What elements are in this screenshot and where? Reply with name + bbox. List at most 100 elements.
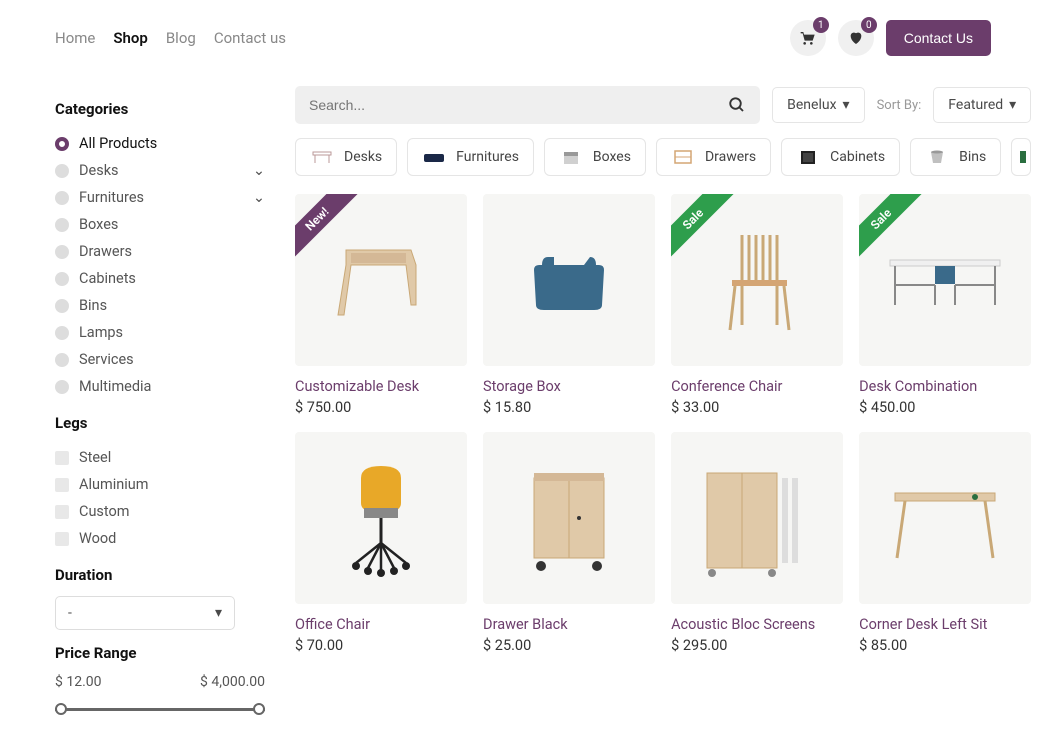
contact-us-button[interactable]: Contact Us: [886, 20, 991, 56]
product-title: Office Chair: [295, 616, 467, 633]
search-icon: [728, 96, 746, 114]
category-item[interactable]: All Products: [55, 130, 265, 157]
slider-thumb-min[interactable]: [55, 703, 67, 715]
category-item[interactable]: Lamps: [55, 319, 265, 346]
chip-label: Drawers: [705, 149, 756, 165]
product-title: Customizable Desk: [295, 378, 467, 395]
search-box[interactable]: [295, 86, 760, 124]
product-price: $ 295.00: [671, 637, 843, 654]
product-card[interactable]: Sale Desk Combination $ 450.00: [859, 194, 1031, 416]
leg-label: Aluminium: [79, 476, 148, 493]
leg-filter-item[interactable]: Wood: [55, 525, 265, 552]
main-layout: Categories All Products Desks ⌄ Furnitur…: [55, 86, 991, 720]
product-card[interactable]: Corner Desk Left Sit $ 85.00: [859, 432, 1031, 654]
price-max: $ 4,000.00: [200, 674, 265, 690]
main-nav: Home Shop Blog Contact us: [55, 29, 286, 47]
category-item[interactable]: Cabinets: [55, 265, 265, 292]
product-card[interactable]: Storage Box $ 15.80: [483, 194, 655, 416]
category-label: Desks: [79, 162, 119, 179]
product-price: $ 750.00: [295, 399, 467, 416]
price-labels: $ 12.00 $ 4,000.00: [55, 674, 265, 690]
leg-filter-item[interactable]: Steel: [55, 444, 265, 471]
header: Home Shop Blog Contact us 1 0 Contact Us: [55, 20, 991, 56]
product-title: Corner Desk Left Sit: [859, 616, 1031, 633]
product-card[interactable]: Office Chair $ 70.00: [295, 432, 467, 654]
legs-heading: Legs: [55, 414, 265, 432]
chevron-down-icon: ⌄: [253, 162, 265, 179]
product-title: Storage Box: [483, 378, 655, 395]
cart-button[interactable]: 1: [790, 20, 826, 56]
product-price: $ 70.00: [295, 637, 467, 654]
chip-boxes[interactable]: Boxes: [544, 138, 646, 176]
leg-filter-item[interactable]: Custom: [55, 498, 265, 525]
category-label: Cabinets: [79, 270, 136, 287]
product-price: $ 450.00: [859, 399, 1031, 416]
legs-list: Steel Aluminium Custom Wood: [55, 444, 265, 552]
product-image: [295, 432, 467, 604]
chip-furnitures[interactable]: Furnitures: [407, 138, 534, 176]
radio-icon: [55, 299, 69, 313]
heart-icon: [848, 30, 864, 46]
chip-label: Bins: [959, 149, 986, 165]
product-grid: New! Customizable Desk $ 750.00 Storage …: [295, 194, 1031, 654]
chevron-down-icon: ⌄: [253, 189, 265, 206]
chip-cabinets[interactable]: Cabinets: [781, 138, 900, 176]
chip-bins[interactable]: Bins: [910, 138, 1001, 176]
product-title: Drawer Black: [483, 616, 655, 633]
search-input[interactable]: [309, 97, 728, 113]
product-image: [483, 432, 655, 604]
nav-home[interactable]: Home: [55, 29, 95, 47]
leg-label: Wood: [79, 530, 116, 547]
category-label: Bins: [79, 297, 107, 314]
duration-select[interactable]: - ▾: [55, 596, 235, 630]
category-item[interactable]: Services: [55, 346, 265, 373]
category-item[interactable]: Furnitures ⌄: [55, 184, 265, 211]
radio-icon: [55, 137, 69, 151]
duration-heading: Duration: [55, 566, 265, 584]
content: Benelux ▾ Sort By: Featured ▾ DesksFurni…: [295, 86, 1031, 720]
slider-thumb-max[interactable]: [253, 703, 265, 715]
category-label: Lamps: [79, 324, 123, 341]
product-card[interactable]: New! Customizable Desk $ 750.00: [295, 194, 467, 416]
nav-shop[interactable]: Shop: [113, 29, 147, 47]
checkbox-icon: [55, 451, 69, 465]
leg-filter-item[interactable]: Aluminium: [55, 471, 265, 498]
chip-drawers[interactable]: Drawers: [656, 138, 771, 176]
category-item[interactable]: Desks ⌄: [55, 157, 265, 184]
product-card[interactable]: Acoustic Bloc Screens $ 295.00: [671, 432, 843, 654]
category-item[interactable]: Boxes: [55, 211, 265, 238]
region-dropdown[interactable]: Benelux ▾: [772, 87, 864, 123]
chip-icon: [796, 147, 820, 167]
price-slider[interactable]: [55, 700, 265, 720]
category-label: Multimedia: [79, 378, 151, 395]
category-chips: Desks Furnitures Boxes Drawers Cabinets Bins: [295, 138, 1031, 176]
chip-icon: [310, 147, 334, 167]
product-price: $ 33.00: [671, 399, 843, 416]
wishlist-button[interactable]: 0: [838, 20, 874, 56]
nav-contact[interactable]: Contact us: [214, 29, 286, 47]
radio-icon: [55, 164, 69, 178]
product-price: $ 15.80: [483, 399, 655, 416]
product-price: $ 85.00: [859, 637, 1031, 654]
categories-heading: Categories: [55, 100, 265, 118]
sort-dropdown[interactable]: Featured ▾: [933, 87, 1031, 123]
category-item[interactable]: Bins: [55, 292, 265, 319]
radio-icon: [55, 191, 69, 205]
category-label: Furnitures: [79, 189, 144, 206]
cart-icon: [800, 30, 816, 46]
product-card[interactable]: Sale Conference Chair $ 33.00: [671, 194, 843, 416]
caret-down-icon: ▾: [843, 97, 850, 113]
wishlist-badge: 0: [861, 17, 877, 33]
product-title: Acoustic Bloc Screens: [671, 616, 843, 633]
chip-more[interactable]: [1011, 138, 1031, 176]
category-label: Boxes: [79, 216, 118, 233]
category-item[interactable]: Multimedia: [55, 373, 265, 400]
nav-blog[interactable]: Blog: [166, 29, 196, 47]
category-item[interactable]: Drawers: [55, 238, 265, 265]
chip-desks[interactable]: Desks: [295, 138, 397, 176]
product-card[interactable]: Drawer Black $ 25.00: [483, 432, 655, 654]
chip-label: Boxes: [593, 149, 631, 165]
region-value: Benelux: [787, 97, 836, 113]
chip-label: Desks: [344, 149, 382, 165]
caret-down-icon: ▾: [215, 605, 222, 621]
